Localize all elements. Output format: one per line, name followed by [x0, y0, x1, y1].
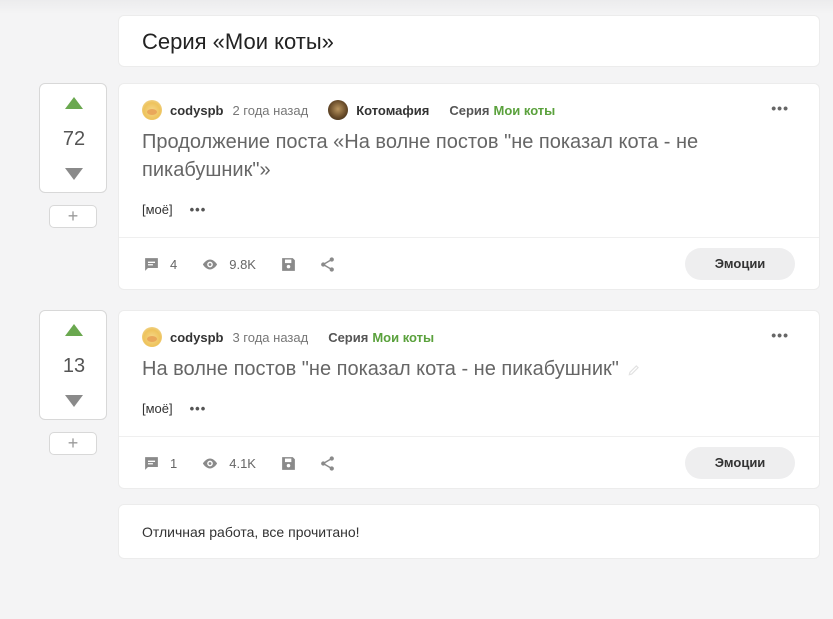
- post-card: codyspb 3 года назад Серия Мои коты ••• …: [118, 310, 820, 489]
- add-to-button[interactable]: +: [49, 205, 97, 228]
- share-icon[interactable]: [319, 256, 336, 273]
- tag-link[interactable]: [моё]: [142, 401, 173, 416]
- emotions-button[interactable]: Эмоции: [685, 447, 795, 479]
- share-icon[interactable]: [319, 455, 336, 472]
- series-label: Серия: [328, 329, 369, 345]
- post-footer: 4 9.8K: [143, 254, 346, 274]
- community-icon[interactable]: [328, 100, 349, 120]
- series-link[interactable]: Мои коты: [493, 103, 555, 118]
- top-shade: [0, 0, 833, 14]
- tag-link[interactable]: [моё]: [142, 202, 173, 217]
- avatar[interactable]: [142, 100, 162, 120]
- post-time: 2 года назад: [232, 102, 309, 118]
- post-title[interactable]: Продолжение поста «На волне постов "не п…: [142, 128, 742, 184]
- series-label: Серия: [449, 102, 490, 118]
- comment-icon[interactable]: [143, 455, 160, 472]
- avatar[interactable]: [142, 327, 162, 347]
- series-title: Серия «Мои коты»: [142, 29, 334, 54]
- comments-count[interactable]: 4: [170, 257, 177, 272]
- community-link[interactable]: Котомафия: [356, 103, 429, 118]
- views-count: 4.1K: [229, 455, 256, 471]
- emotions-button[interactable]: Эмоции: [685, 248, 795, 280]
- series-link[interactable]: Мои коты: [372, 330, 434, 345]
- tags-more-icon[interactable]: •••: [190, 202, 207, 217]
- post-tags: [моё] •••: [142, 202, 206, 217]
- arrow-down-icon[interactable]: [65, 395, 83, 407]
- divider: [119, 237, 819, 238]
- more-icon[interactable]: •••: [771, 327, 789, 343]
- eye-icon: [203, 458, 218, 468]
- save-icon[interactable]: [280, 256, 297, 273]
- series-complete-message: Отличная работа, все прочитано!: [142, 524, 360, 540]
- post-tags: [моё] •••: [142, 401, 206, 416]
- author-link[interactable]: codyspb: [170, 330, 223, 345]
- post-title[interactable]: На волне постов "не показал кота - не пи…: [142, 355, 742, 383]
- post-card: codyspb 2 года назад Котомафия Серия Мои…: [118, 83, 820, 290]
- post-title-text[interactable]: На волне постов "не показал кота - не пи…: [142, 358, 619, 380]
- series-header: Серия «Мои коты»: [118, 15, 820, 67]
- eye-icon: [203, 259, 218, 269]
- save-icon[interactable]: [280, 455, 297, 472]
- arrow-up-icon[interactable]: [65, 97, 83, 109]
- arrow-up-icon[interactable]: [65, 324, 83, 336]
- author-link[interactable]: codyspb: [170, 103, 223, 118]
- post-meta: codyspb 3 года назад Серия Мои коты: [142, 327, 434, 347]
- post-footer: 1 4.1K: [143, 453, 346, 473]
- comments-count[interactable]: 1: [170, 456, 177, 471]
- rating-score: 13: [62, 355, 86, 377]
- series-complete-card: Отличная работа, все прочитано!: [118, 504, 820, 559]
- tags-more-icon[interactable]: •••: [190, 401, 207, 416]
- comment-icon[interactable]: [143, 256, 160, 273]
- post-meta: codyspb 2 года назад Котомафия Серия Мои…: [142, 100, 555, 120]
- rating-score: 72: [62, 128, 86, 150]
- more-icon[interactable]: •••: [771, 100, 789, 116]
- divider: [119, 436, 819, 437]
- post-time: 3 года назад: [232, 329, 309, 345]
- edit-icon: [628, 364, 639, 376]
- vote-box: 13: [39, 310, 107, 420]
- add-to-button[interactable]: +: [49, 432, 97, 455]
- vote-box: 72: [39, 83, 107, 193]
- arrow-down-icon[interactable]: [65, 168, 83, 180]
- views-count: 9.8K: [229, 256, 256, 272]
